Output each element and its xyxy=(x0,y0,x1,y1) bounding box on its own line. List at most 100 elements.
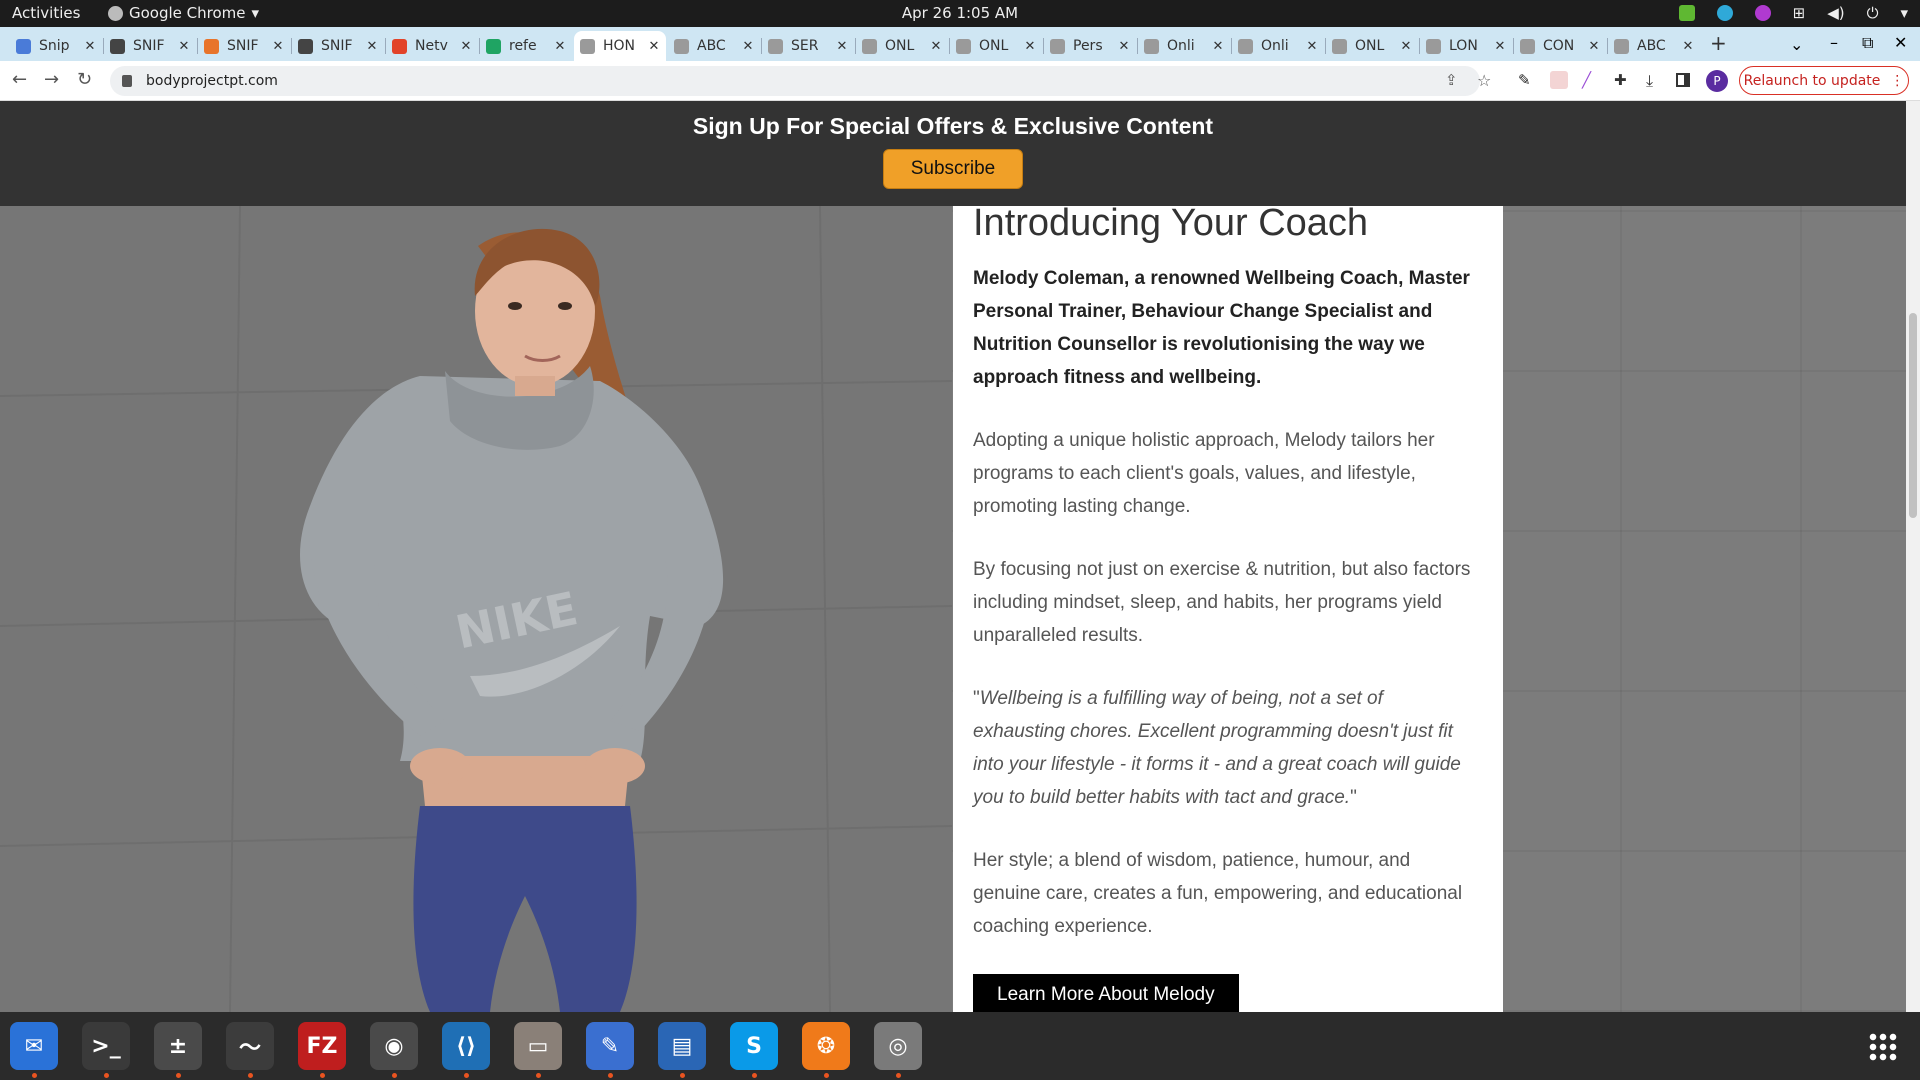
profile-avatar[interactable]: P xyxy=(1706,70,1728,92)
tab-close-icon[interactable]: ✕ xyxy=(82,39,98,54)
tab-favicon-icon xyxy=(1144,38,1159,54)
activities-button[interactable]: Activities xyxy=(12,4,80,22)
browser-tab[interactable]: refe ✕ xyxy=(480,31,572,61)
new-tab-button[interactable]: + xyxy=(1710,31,1727,55)
libreoffice-writer-icon[interactable]: ▤ xyxy=(658,1022,706,1070)
lock-icon[interactable] xyxy=(122,75,132,87)
chevron-down-icon[interactable]: ▾ xyxy=(1900,4,1908,22)
network-icon[interactable]: ⊞ xyxy=(1793,4,1806,22)
close-window-button[interactable]: ✕ xyxy=(1894,33,1907,52)
browser-tab[interactable]: ONL ✕ xyxy=(950,31,1042,61)
browser-tab[interactable]: Snip ✕ xyxy=(10,31,102,61)
tab-close-icon[interactable]: ✕ xyxy=(1304,39,1320,54)
vscode-icon[interactable]: ⟨⟩ xyxy=(442,1022,490,1070)
tab-separator xyxy=(103,38,104,54)
clock[interactable]: Apr 26 1:05 AM xyxy=(0,4,1920,22)
tab-separator xyxy=(479,38,480,54)
side-panel-icon[interactable] xyxy=(1676,73,1690,87)
reload-button[interactable]: ↻ xyxy=(77,69,92,90)
kebab-menu-icon[interactable]: ⋮ xyxy=(1890,73,1904,89)
lead-paragraph: Melody Coleman, a renowned Wellbeing Coa… xyxy=(973,268,1470,388)
chrome-icon[interactable]: ◉ xyxy=(370,1022,418,1070)
app-orange-icon[interactable]: ❂ xyxy=(802,1022,850,1070)
tab-close-icon[interactable]: ✕ xyxy=(1210,39,1226,54)
chevron-down-icon: ▾ xyxy=(251,4,260,22)
tab-separator xyxy=(1419,38,1420,54)
tab-search-chevron-icon[interactable]: ⌄ xyxy=(1790,35,1803,54)
browser-tab[interactable]: Pers ✕ xyxy=(1044,31,1136,61)
browser-tab[interactable]: ABC ✕ xyxy=(668,31,760,61)
tab-separator xyxy=(761,38,762,54)
tab-close-icon[interactable]: ✕ xyxy=(1586,39,1602,54)
forward-button[interactable]: → xyxy=(44,69,59,90)
tray-app-purple-icon[interactable] xyxy=(1754,5,1771,21)
browser-tab[interactable]: ONL ✕ xyxy=(856,31,948,61)
app-name-label: Google Chrome xyxy=(129,4,246,22)
browser-tab[interactable]: HON ✕ xyxy=(574,31,666,61)
tab-close-icon[interactable]: ✕ xyxy=(270,39,286,54)
files-icon[interactable]: ▭ xyxy=(514,1022,562,1070)
scrollbar-thumb[interactable] xyxy=(1909,313,1917,518)
browser-tab[interactable]: CON ✕ xyxy=(1514,31,1606,61)
browser-tab[interactable]: SNIF ✕ xyxy=(292,31,384,61)
tab-close-icon[interactable]: ✕ xyxy=(928,39,944,54)
tab-close-icon[interactable]: ✕ xyxy=(834,39,850,54)
browser-tab[interactable]: Onli ✕ xyxy=(1232,31,1324,61)
tab-close-icon[interactable]: ✕ xyxy=(364,39,380,54)
filezilla-icon[interactable]: FZ xyxy=(298,1022,346,1070)
browser-tab[interactable]: ABC ✕ xyxy=(1608,31,1700,61)
browser-tab[interactable]: Netv ✕ xyxy=(386,31,478,61)
tab-close-icon[interactable]: ✕ xyxy=(176,39,192,54)
tab-close-icon[interactable]: ✕ xyxy=(646,39,662,54)
tab-close-icon[interactable]: ✕ xyxy=(1680,39,1696,54)
minimize-button[interactable]: – xyxy=(1830,33,1838,52)
tab-close-icon[interactable]: ✕ xyxy=(1022,39,1038,54)
app-grey-icon[interactable]: ◎ xyxy=(874,1022,922,1070)
text-editor-icon[interactable]: ✎ xyxy=(586,1022,634,1070)
page-scrollbar[interactable] xyxy=(1906,101,1920,1012)
running-indicator xyxy=(248,1073,253,1078)
calculator-icon[interactable]: ± xyxy=(154,1022,202,1070)
running-indicator xyxy=(752,1073,757,1078)
learn-more-button[interactable]: Learn More About Melody xyxy=(973,974,1239,1012)
running-indicator xyxy=(320,1073,325,1078)
browser-tab[interactable]: Onli ✕ xyxy=(1138,31,1230,61)
skype-icon[interactable]: S xyxy=(730,1022,778,1070)
app-menu[interactable]: Google Chrome ▾ xyxy=(108,4,259,22)
system-tray[interactable]: ⊞ ◀) ⏻ ▾ xyxy=(1678,4,1908,22)
extensions-puzzle-icon[interactable]: ✚ xyxy=(1614,71,1632,89)
show-applications-icon[interactable] xyxy=(1868,1032,1898,1062)
tab-close-icon[interactable]: ✕ xyxy=(1116,39,1132,54)
thunderbird-icon[interactable]: ✉ xyxy=(10,1022,58,1070)
tab-close-icon[interactable]: ✕ xyxy=(552,39,568,54)
back-button[interactable]: ← xyxy=(12,69,27,90)
browser-tab[interactable]: LON ✕ xyxy=(1420,31,1512,61)
share-icon[interactable]: ⇪ xyxy=(1445,71,1463,89)
tray-app-green-icon[interactable] xyxy=(1678,5,1695,21)
volume-icon[interactable]: ◀) xyxy=(1827,4,1844,22)
eyedropper-extension-icon[interactable]: ✎ xyxy=(1518,71,1536,89)
browser-tab[interactable]: SNIF ✕ xyxy=(104,31,196,61)
pen-extension-icon[interactable]: ╱ xyxy=(1582,71,1600,89)
tab-favicon-icon xyxy=(1238,38,1253,54)
address-bar[interactable]: bodyprojectpt.com xyxy=(110,66,1480,96)
terminal-icon[interactable]: >_ xyxy=(82,1022,130,1070)
download-icon[interactable]: ⤓ xyxy=(1646,71,1664,90)
browser-tab[interactable]: SER ✕ xyxy=(762,31,854,61)
extension-red-icon[interactable] xyxy=(1550,71,1568,89)
tab-close-icon[interactable]: ✕ xyxy=(1398,39,1414,54)
tray-app-blue-icon[interactable] xyxy=(1716,5,1733,21)
browser-tab[interactable]: SNIF ✕ xyxy=(198,31,290,61)
relaunch-to-update-button[interactable]: Relaunch to update ⋮ xyxy=(1739,66,1909,95)
web-page: Sign Up For Special Offers & Exclusive C… xyxy=(0,101,1906,1012)
system-monitor-icon[interactable]: 〜 xyxy=(226,1022,274,1070)
subscribe-button[interactable]: Subscribe xyxy=(883,149,1023,189)
restore-button[interactable]: ⧉ xyxy=(1862,33,1873,53)
tab-close-icon[interactable]: ✕ xyxy=(1492,39,1508,54)
browser-tab[interactable]: ONL ✕ xyxy=(1326,31,1418,61)
tab-close-icon[interactable]: ✕ xyxy=(458,39,474,54)
bookmark-star-icon[interactable]: ☆ xyxy=(1477,71,1495,90)
tab-close-icon[interactable]: ✕ xyxy=(740,39,756,54)
running-indicator xyxy=(896,1073,901,1078)
power-icon[interactable]: ⏻ xyxy=(1867,4,1879,22)
